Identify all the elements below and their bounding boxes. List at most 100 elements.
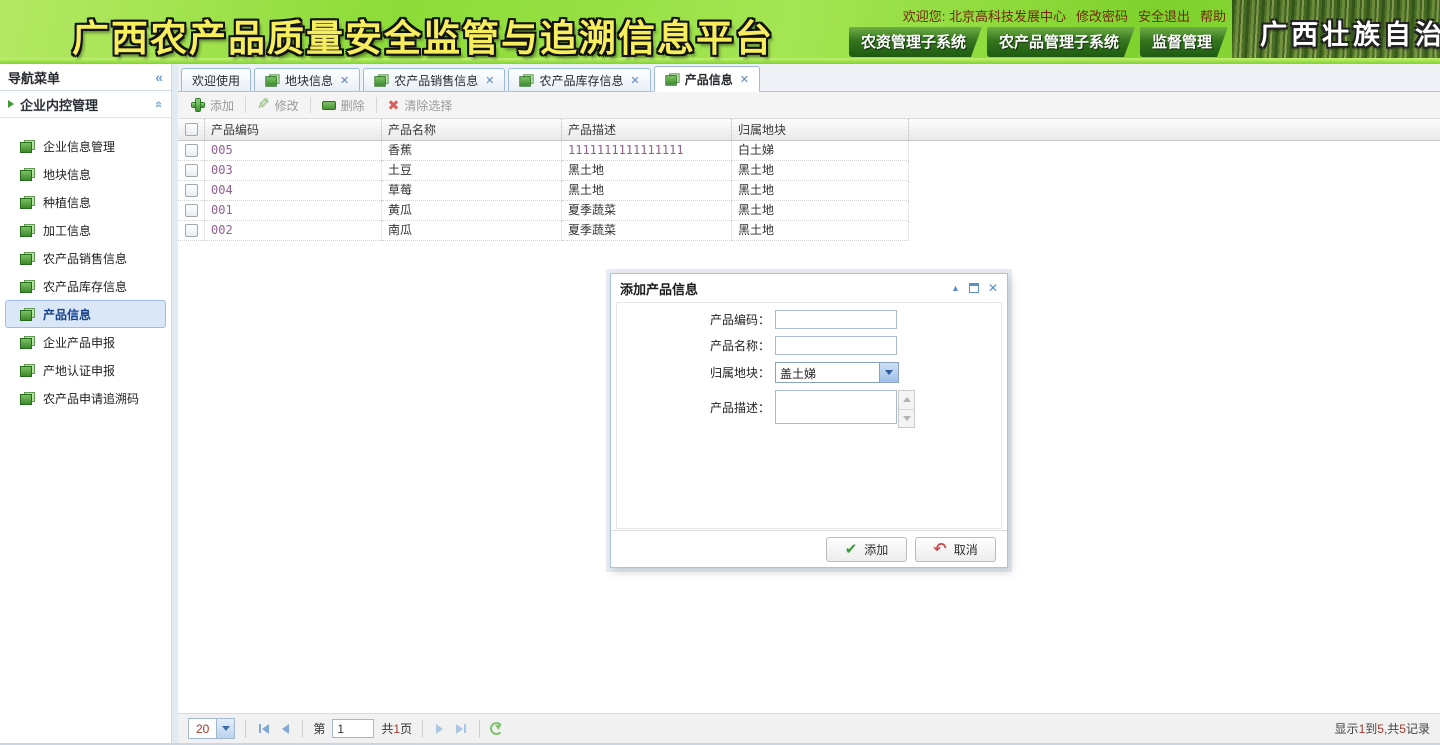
dialog-cancel-button[interactable]: 取消 bbox=[915, 537, 996, 562]
column-header-plot[interactable]: 归属地块 bbox=[732, 119, 909, 140]
grid-icon bbox=[20, 224, 35, 237]
tab-stock-info[interactable]: 农产品库存信息 bbox=[508, 68, 650, 91]
subsystem-tab-agri-materials[interactable]: 农资管理子系统 bbox=[849, 27, 982, 57]
cell-desc: 黑土地 bbox=[562, 181, 732, 201]
cell-plot: 黑土地 bbox=[732, 161, 909, 181]
close-icon[interactable] bbox=[740, 73, 749, 86]
tab-plot-info[interactable]: 地块信息 bbox=[254, 68, 360, 91]
change-password-link[interactable]: 修改密码 bbox=[1076, 6, 1128, 25]
select-all-checkbox[interactable] bbox=[185, 123, 198, 136]
table-row[interactable]: 001 黄瓜 夏季蔬菜 黑土地 bbox=[178, 201, 1440, 221]
row-checkbox[interactable] bbox=[185, 164, 198, 177]
plot-select[interactable]: 盖土娣 bbox=[775, 362, 899, 383]
red-x-icon bbox=[388, 98, 400, 112]
product-desc-textarea[interactable] bbox=[775, 390, 897, 424]
product-code-input[interactable] bbox=[775, 310, 897, 329]
grid-icon bbox=[20, 252, 35, 265]
cell-name: 香蕉 bbox=[382, 141, 562, 161]
check-icon bbox=[845, 542, 858, 557]
help-link[interactable]: 帮助 bbox=[1200, 6, 1226, 25]
app-header: 广西农产品质量安全监管与追溯信息平台 欢迎您: 北京高科技发展中心 修改密码 安… bbox=[0, 0, 1440, 58]
dialog-header[interactable]: 添加产品信息 bbox=[611, 274, 1007, 302]
last-page-button[interactable] bbox=[453, 721, 469, 737]
maximize-icon[interactable] bbox=[969, 283, 979, 293]
cell-name: 黄瓜 bbox=[382, 201, 562, 221]
row-checkbox[interactable] bbox=[185, 204, 198, 217]
section-collapse-icon[interactable] bbox=[152, 100, 167, 107]
toolbar-separator bbox=[245, 97, 246, 113]
tab-welcome[interactable]: 欢迎使用 bbox=[181, 68, 251, 91]
column-header-code[interactable]: 产品编码 bbox=[205, 119, 382, 140]
spinner-down-icon[interactable] bbox=[899, 409, 914, 428]
cell-plot: 黑土地 bbox=[732, 201, 909, 221]
pager-separator bbox=[245, 720, 246, 738]
tab-sales-info[interactable]: 农产品销售信息 bbox=[363, 68, 505, 91]
sidebar-item-product-info[interactable]: 产品信息 bbox=[5, 300, 166, 328]
row-checkbox[interactable] bbox=[185, 144, 198, 157]
sidebar-item-planting-info[interactable]: 种植信息 bbox=[5, 188, 166, 216]
logout-link[interactable]: 安全退出 bbox=[1138, 6, 1190, 25]
row-checkbox[interactable] bbox=[185, 184, 198, 197]
sidebar-item-product-declare[interactable]: 企业产品申报 bbox=[5, 328, 166, 356]
next-page-button[interactable] bbox=[433, 721, 446, 737]
row-checkbox[interactable] bbox=[185, 224, 198, 237]
dialog-add-button[interactable]: 添加 bbox=[826, 537, 907, 562]
sidebar-collapse-icon[interactable] bbox=[155, 69, 163, 85]
tab-product-info[interactable]: 产品信息 bbox=[654, 66, 760, 92]
toolbar-separator bbox=[310, 97, 311, 113]
close-icon[interactable] bbox=[340, 74, 349, 87]
cell-code: 002 bbox=[205, 221, 382, 241]
product-name-input[interactable] bbox=[775, 336, 897, 355]
table-row[interactable]: 002 南瓜 夏季蔬菜 黑土地 bbox=[178, 221, 1440, 241]
grid-icon bbox=[20, 140, 35, 153]
chevron-down-icon[interactable] bbox=[216, 719, 234, 738]
refresh-icon[interactable] bbox=[490, 722, 503, 735]
close-icon[interactable] bbox=[631, 74, 640, 87]
minimize-icon[interactable] bbox=[951, 283, 960, 293]
select-all-cell bbox=[178, 119, 205, 140]
cell-code: 001 bbox=[205, 201, 382, 221]
sidebar-item-company-info[interactable]: 企业信息管理 bbox=[5, 132, 166, 160]
table-row[interactable]: 003 土豆 黑土地 黑土地 bbox=[178, 161, 1440, 181]
column-header-desc[interactable]: 产品描述 bbox=[562, 119, 732, 140]
page-size-select[interactable]: 20 bbox=[188, 718, 235, 739]
sidebar-item-origin-cert[interactable]: 产地认证申报 bbox=[5, 356, 166, 384]
first-page-button[interactable] bbox=[256, 721, 272, 737]
pencil-icon bbox=[257, 98, 270, 112]
sidebar-item-plot-info[interactable]: 地块信息 bbox=[5, 160, 166, 188]
grid-icon bbox=[265, 74, 279, 86]
plus-icon bbox=[191, 98, 205, 112]
column-header-name[interactable]: 产品名称 bbox=[382, 119, 562, 140]
prev-page-button[interactable] bbox=[279, 721, 292, 737]
spinner-up-icon[interactable] bbox=[899, 391, 914, 409]
clear-selection-button[interactable]: 清除选择 bbox=[381, 95, 460, 116]
subsystem-tab-agri-products[interactable]: 农产品管理子系统 bbox=[987, 27, 1135, 57]
delete-button[interactable]: 删除 bbox=[315, 95, 372, 116]
close-icon[interactable] bbox=[988, 281, 998, 295]
edit-button[interactable]: 修改 bbox=[250, 95, 306, 116]
sidebar-item-sales-info[interactable]: 农产品销售信息 bbox=[5, 244, 166, 272]
wheat-banner-image: 广西壮族自治区 bbox=[1232, 0, 1440, 58]
grid-icon bbox=[20, 336, 35, 349]
cell-code: 005 bbox=[205, 141, 382, 161]
cell-code: 004 bbox=[205, 181, 382, 201]
accordion-section-header[interactable]: 企业内控管理 bbox=[0, 91, 171, 118]
chevron-down-icon[interactable] bbox=[879, 363, 898, 382]
table-row[interactable]: 004 草莓 黑土地 黑土地 bbox=[178, 181, 1440, 201]
table-row[interactable]: 005 香蕉 1111111111111111 白土娣 bbox=[178, 141, 1440, 161]
add-button[interactable]: 添加 bbox=[184, 95, 241, 116]
pagination-bar: 20 第 共1页 显示1到5,共5记录 bbox=[178, 713, 1440, 743]
pager-separator bbox=[479, 720, 480, 738]
sidebar-item-trace-code[interactable]: 农产品申请追溯码 bbox=[5, 384, 166, 412]
cell-desc: 夏季蔬菜 bbox=[562, 221, 732, 241]
page-number-input[interactable] bbox=[332, 719, 374, 738]
dialog-footer: 添加 取消 bbox=[611, 530, 1007, 567]
sidebar-item-stock-info[interactable]: 农产品库存信息 bbox=[5, 272, 166, 300]
grid-icon bbox=[375, 74, 389, 86]
sidebar-item-processing-info[interactable]: 加工信息 bbox=[5, 216, 166, 244]
platform-title: 广西农产品质量安全监管与追溯信息平台 bbox=[72, 8, 774, 62]
total-pages-label: 共1页 bbox=[381, 720, 412, 737]
close-icon[interactable] bbox=[485, 74, 494, 87]
plot-label: 归属地块： bbox=[617, 364, 775, 381]
subsystem-tab-supervision[interactable]: 监督管理 bbox=[1140, 27, 1228, 57]
